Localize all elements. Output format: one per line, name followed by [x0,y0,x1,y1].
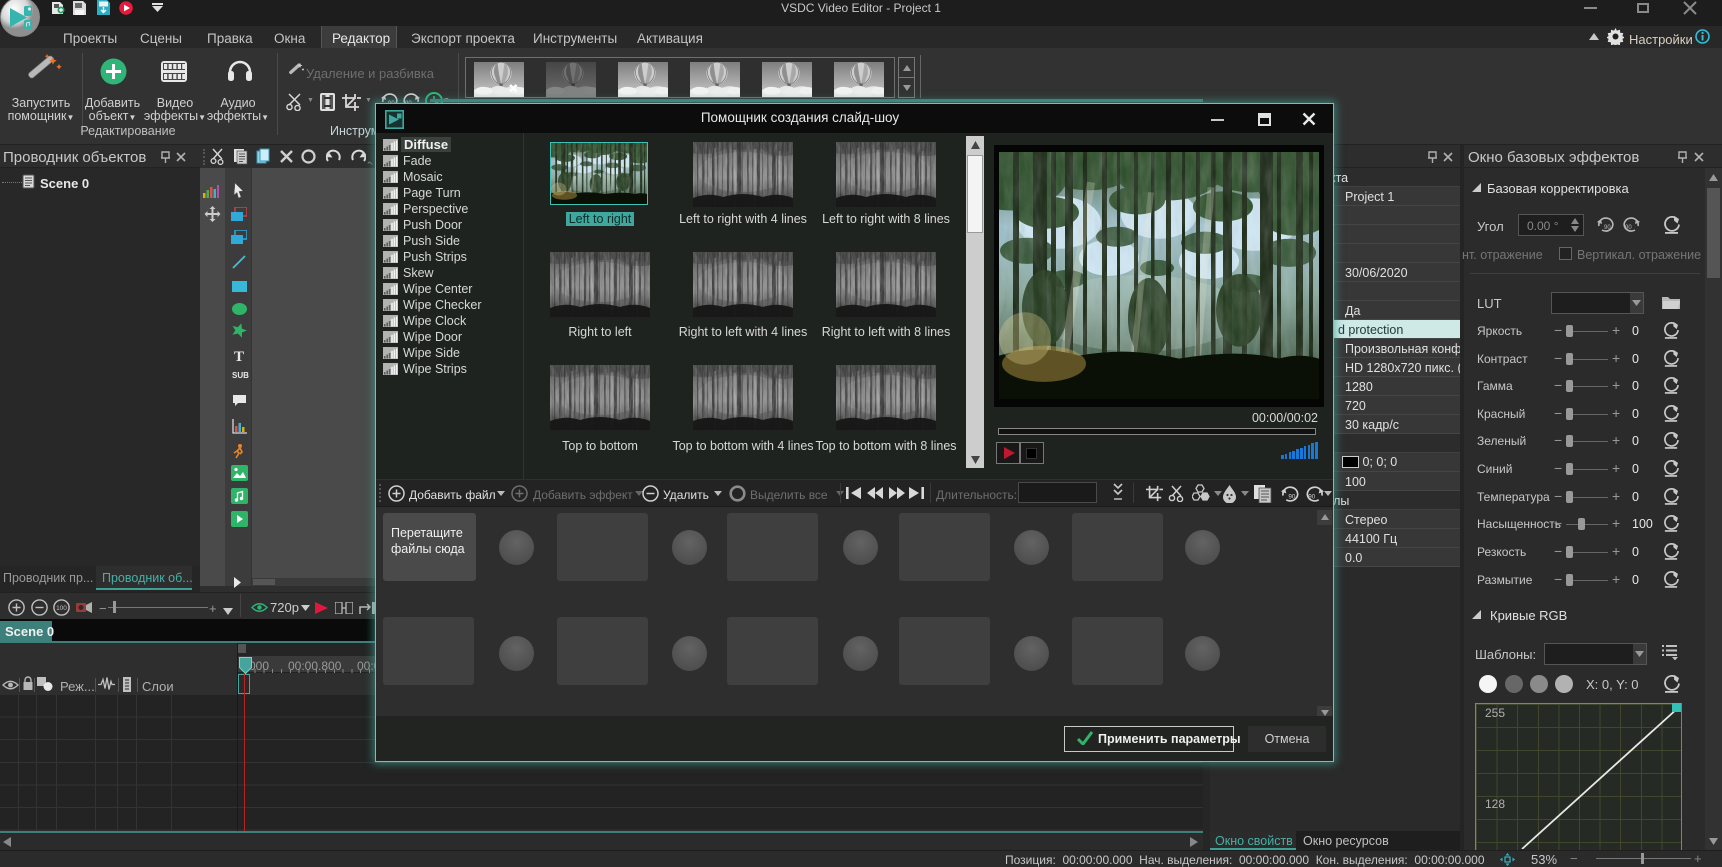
svg-text:90: 90 [1288,494,1296,501]
svg-text:90: 90 [1308,494,1316,501]
svg-text:90: 90 [1625,225,1632,231]
svg-text:90: 90 [1604,225,1611,231]
svg-text:100: 100 [56,605,67,612]
